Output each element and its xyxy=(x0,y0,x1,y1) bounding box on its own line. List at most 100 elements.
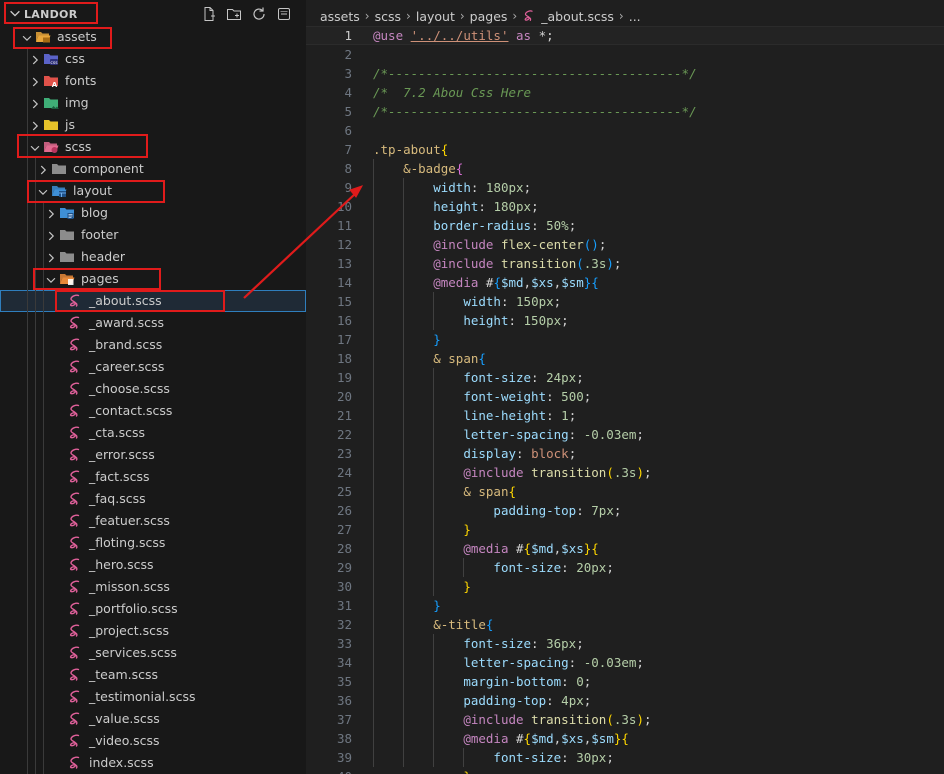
tree-folder-fonts[interactable]: Afonts xyxy=(0,70,306,92)
line-number: 39 xyxy=(336,750,352,765)
refresh-icon[interactable] xyxy=(251,6,267,22)
breadcrumb-item[interactable]: pages xyxy=(470,9,508,24)
tree-file-project-scss[interactable]: _project.scss xyxy=(0,620,306,642)
tree-file-fact-scss[interactable]: _fact.scss xyxy=(0,466,306,488)
collapse-all-icon[interactable] xyxy=(276,6,292,22)
chevron-right-icon[interactable] xyxy=(28,52,42,66)
breadcrumb-item[interactable]: scss xyxy=(375,9,401,24)
tree-item-label: _fact.scss xyxy=(89,469,150,484)
code-token: () xyxy=(583,237,599,252)
tree-folder-assets[interactable]: assets xyxy=(0,26,306,48)
sass-icon xyxy=(67,447,83,463)
line-number: 37 xyxy=(336,712,352,727)
code-token: letter-spacing xyxy=(463,655,569,670)
tree-folder-css[interactable]: css css xyxy=(0,48,306,70)
sass-icon xyxy=(67,535,83,551)
tree-item-label: fonts xyxy=(65,73,97,88)
breadcrumb-item[interactable]: layout xyxy=(416,9,455,24)
code-line: & span{ xyxy=(373,349,486,368)
tree-folder-header[interactable]: header xyxy=(0,246,306,268)
tree-file-about-scss[interactable]: _about.scss xyxy=(0,290,306,312)
tree-item-label: _brand.scss xyxy=(89,337,163,352)
tree-file-video-scss[interactable]: _video.scss xyxy=(0,730,306,752)
tree-file-team-scss[interactable]: _team.scss xyxy=(0,664,306,686)
code-line: @include transition(.3s); xyxy=(373,710,652,729)
line-number: 23 xyxy=(336,446,352,461)
explorer-header[interactable]: LANDOR xyxy=(0,4,306,26)
tree-file-value-scss[interactable]: _value.scss xyxy=(0,708,306,730)
sass-icon xyxy=(67,579,83,595)
tree-folder-scss[interactable]: scss xyxy=(0,136,306,158)
code-line: font-weight: 500; xyxy=(373,387,591,406)
tree-file-misson-scss[interactable]: _misson.scss xyxy=(0,576,306,598)
code-token: ; xyxy=(643,712,652,727)
tree-file-award-scss[interactable]: _award.scss xyxy=(0,312,306,334)
tree-item-label: _project.scss xyxy=(89,623,170,638)
breadcrumb-item[interactable]: assets xyxy=(320,9,360,24)
chevron-right-icon: › xyxy=(406,9,411,23)
code-token: : xyxy=(546,693,562,708)
sass-icon xyxy=(67,689,83,705)
chevron-down-icon[interactable] xyxy=(8,6,22,20)
chevron-right-icon[interactable] xyxy=(44,228,58,242)
code-token: line-height xyxy=(463,408,547,423)
tree-file-portfolio-scss[interactable]: _portfolio.scss xyxy=(0,598,306,620)
tree-file-faq-scss[interactable]: _faq.scss xyxy=(0,488,306,510)
new-file-icon[interactable] xyxy=(201,6,217,22)
tree-folder-js[interactable]: js xyxy=(0,114,306,136)
tree-file-hero-scss[interactable]: _hero.scss xyxy=(0,554,306,576)
code-token: { xyxy=(508,484,516,499)
sass-icon xyxy=(67,513,83,529)
breadcrumb-item[interactable]: ... xyxy=(629,9,641,24)
tree-file-cta-scss[interactable]: _cta.scss xyxy=(0,422,306,444)
tree-file-career-scss[interactable]: _career.scss xyxy=(0,356,306,378)
tree-file-choose-scss[interactable]: _choose.scss xyxy=(0,378,306,400)
code-token: $sm xyxy=(591,731,614,746)
tree-folder-component[interactable]: component xyxy=(0,158,306,180)
indent-guide xyxy=(35,158,36,774)
code-token: { xyxy=(591,541,599,556)
chevron-right-icon[interactable] xyxy=(28,74,42,88)
new-folder-icon[interactable] xyxy=(226,6,242,22)
chevron-right-icon: › xyxy=(618,9,624,23)
chevron-right-icon[interactable] xyxy=(28,96,42,110)
chevron-down-icon[interactable] xyxy=(36,184,50,198)
chevron-right-icon[interactable] xyxy=(28,118,42,132)
tree-folder-blog[interactable]: blog xyxy=(0,202,306,224)
tree-folder-pages[interactable]: pages xyxy=(0,268,306,290)
code-token: { xyxy=(440,142,449,157)
chevron-right-icon[interactable] xyxy=(44,250,58,264)
line-number: 6 xyxy=(344,123,352,138)
tree-file-testimonial-scss[interactable]: _testimonial.scss xyxy=(0,686,306,708)
tree-file-contact-scss[interactable]: _contact.scss xyxy=(0,400,306,422)
tree-folder-footer[interactable]: footer xyxy=(0,224,306,246)
chevron-down-icon[interactable] xyxy=(28,140,42,154)
breadcrumb-item[interactable]: _about.scss xyxy=(541,9,614,24)
tree-file-error-scss[interactable]: _error.scss xyxy=(0,444,306,466)
chevron-right-icon[interactable] xyxy=(36,162,50,176)
code-token: $xs xyxy=(561,731,584,746)
tree-file-brand-scss[interactable]: _brand.scss xyxy=(0,334,306,356)
sass-icon xyxy=(67,711,83,727)
tree-folder-img[interactable]: img xyxy=(0,92,306,114)
indent-guide xyxy=(373,159,374,767)
code-line: } xyxy=(373,596,441,615)
tree-file-floting-scss[interactable]: _floting.scss xyxy=(0,532,306,554)
code-token: ; xyxy=(553,294,562,309)
code-token: ; xyxy=(583,389,592,404)
chevron-right-icon[interactable] xyxy=(44,206,58,220)
code-token: } xyxy=(463,522,471,537)
tree-file-services-scss[interactable]: _services.scss xyxy=(0,642,306,664)
chevron-down-icon[interactable] xyxy=(20,30,34,44)
tree-file-featuer-scss[interactable]: _featuer.scss xyxy=(0,510,306,532)
tree-file-index-scss[interactable]: index.scss xyxy=(0,752,306,774)
tree-folder-layout[interactable]: layout xyxy=(0,180,306,202)
chevron-down-icon[interactable] xyxy=(44,272,58,286)
code-token: : xyxy=(568,427,584,442)
code-token: ; xyxy=(523,180,532,195)
